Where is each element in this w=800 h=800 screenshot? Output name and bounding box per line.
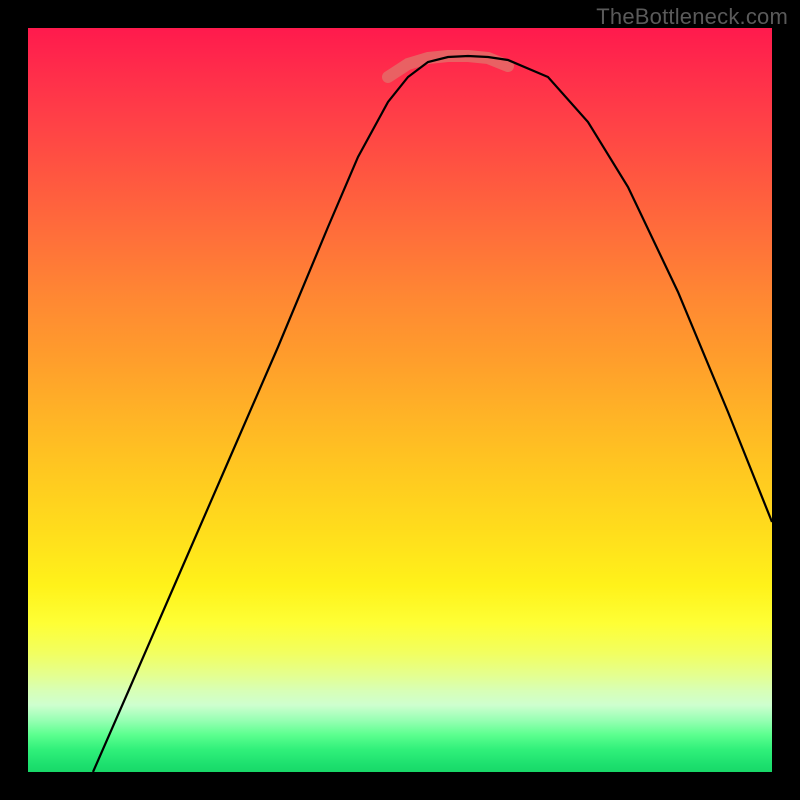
bottleneck-curve-path bbox=[93, 56, 772, 772]
watermark-text: TheBottleneck.com bbox=[596, 4, 788, 30]
minimum-highlight-path bbox=[388, 56, 508, 77]
curve-svg bbox=[28, 28, 772, 772]
plot-area bbox=[28, 28, 772, 772]
